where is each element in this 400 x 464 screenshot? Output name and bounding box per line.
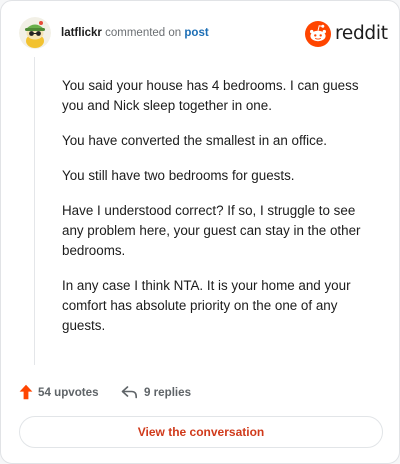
comment-paragraph: You still have two bedrooms for guests. xyxy=(62,168,295,183)
upvote-button[interactable]: 54 upvotes xyxy=(19,383,99,401)
upvote-count: 54 upvotes xyxy=(38,385,99,399)
reddit-logo[interactable]: reddit xyxy=(305,21,388,47)
user-avatar[interactable] xyxy=(19,17,51,49)
avatar-snoo-icon xyxy=(19,17,51,49)
comment-paragraph: You said your house has 4 bedrooms. I ca… xyxy=(62,78,359,113)
reddit-wordmark: reddit xyxy=(335,23,388,44)
upvote-arrow-icon xyxy=(19,384,33,400)
comment-paragraph: You have converted the smallest in an of… xyxy=(62,133,328,148)
replies-count: 9 replies xyxy=(144,385,192,399)
reddit-snoo-logo-icon xyxy=(305,21,331,47)
view-conversation-button[interactable]: View the conversation xyxy=(19,416,383,448)
post-link[interactable]: post xyxy=(184,27,208,39)
comment-paragraph: Have I understood correct? If so, I stru… xyxy=(62,203,361,258)
byline-action-text: commented on xyxy=(105,27,182,39)
comment-header: latflickr commented on post reddit xyxy=(19,17,388,53)
embedded-comment-card: latflickr commented on post reddit You s… xyxy=(0,0,400,464)
username-link[interactable]: latflickr xyxy=(61,27,102,39)
comment-body: You said your house has 4 bedrooms. I ca… xyxy=(62,76,380,351)
replies-button[interactable]: 9 replies xyxy=(121,383,191,401)
reply-arrow-icon xyxy=(121,386,137,399)
comment-byline: latflickr commented on post xyxy=(61,26,209,40)
comment-paragraph: In any case I think NTA. It is your home… xyxy=(62,278,351,333)
thread-line xyxy=(34,57,35,365)
